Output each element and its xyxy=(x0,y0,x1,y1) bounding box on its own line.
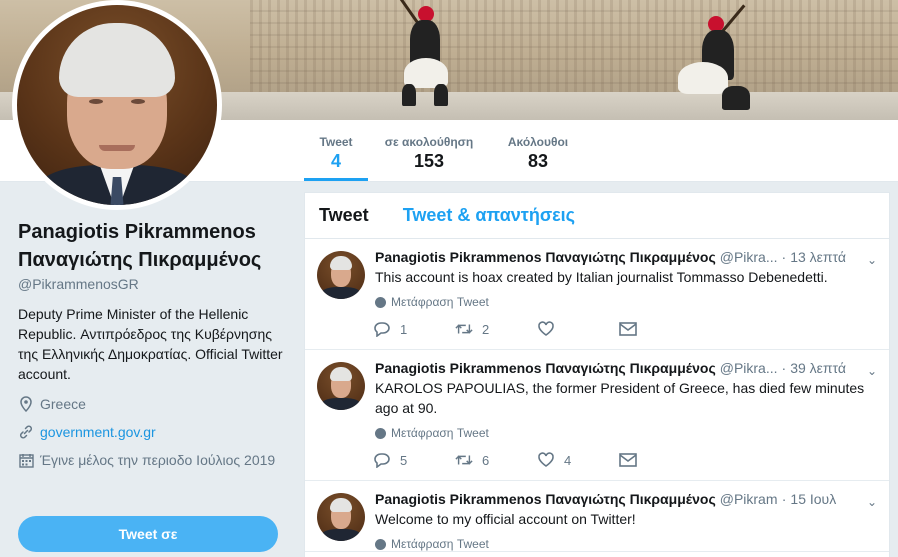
translate-tweet-link[interactable]: Μετάφραση Tweet xyxy=(375,295,875,309)
retweet-icon xyxy=(455,451,473,469)
stat-following-count: 153 xyxy=(413,151,445,171)
profile-handle[interactable]: @PikrammenosGR xyxy=(18,276,284,292)
envelope-icon xyxy=(619,320,637,338)
envelope-icon xyxy=(619,451,637,469)
retweet-button[interactable]: 6 xyxy=(455,451,537,469)
retweet-button[interactable]: 2 xyxy=(455,320,537,338)
stat-following[interactable]: σε ακολούθηση 153 xyxy=(378,120,480,182)
chevron-down-icon[interactable]: ⌄ xyxy=(867,253,877,267)
tweet-item[interactable]: ⌄ Panagiotis Pikrammenos Παναγιώτης Πικρ… xyxy=(305,350,889,481)
translate-tweet-link[interactable]: Μετάφραση Tweet xyxy=(375,426,875,440)
tweet-author-handle[interactable]: @Pikra... xyxy=(720,249,778,265)
tweet-text: This account is hoax created by Italian … xyxy=(375,269,828,285)
tweet-separator: · xyxy=(781,491,787,507)
profile-name[interactable]: Panagiotis Pikrammenos Παναγιώτης Πικραμ… xyxy=(18,218,284,274)
like-count: 4 xyxy=(564,452,572,468)
banner-guard-right xyxy=(670,0,760,115)
reply-count: 1 xyxy=(400,321,408,337)
direct-message-button[interactable] xyxy=(619,451,701,469)
stat-following-label: σε ακολούθηση xyxy=(384,135,474,149)
tweet-to-button[interactable]: Tweet σε xyxy=(18,516,278,552)
tweet-author-name[interactable]: Panagiotis Pikrammenos Παναγιώτης Πικραμ… xyxy=(375,249,716,265)
stat-tweets-label: Tweet xyxy=(319,135,353,149)
map-pin-icon xyxy=(18,396,34,412)
stat-followers-count: 83 xyxy=(527,151,549,171)
translate-tweet-link[interactable]: Μετάφραση Tweet xyxy=(375,537,875,551)
reply-icon xyxy=(373,451,391,469)
tweet-separator: · xyxy=(781,249,787,265)
tweet-separator: · xyxy=(781,360,787,376)
calendar-icon xyxy=(18,452,34,468)
direct-message-button[interactable] xyxy=(619,320,701,338)
tweet-item[interactable]: ⌄ Panagiotis Pikrammenos Παναγιώτης Πικρ… xyxy=(305,239,889,350)
retweet-icon xyxy=(455,320,473,338)
reply-icon xyxy=(373,320,391,338)
profile-website: government.gov.gr xyxy=(18,424,284,440)
tweet-header: Panagiotis Pikrammenos Παναγιώτης Πικραμ… xyxy=(375,249,853,265)
tweet-item[interactable]: ⌄ Panagiotis Pikrammenos Παναγιώτης Πικρ… xyxy=(305,481,889,552)
reply-count: 5 xyxy=(400,452,408,468)
chevron-down-icon[interactable]: ⌄ xyxy=(867,495,877,509)
translate-tweet-label: Μετάφραση Tweet xyxy=(391,426,489,440)
stat-followers[interactable]: Ακόλουθοι 83 xyxy=(498,120,578,182)
retweet-count: 2 xyxy=(482,321,490,337)
like-button[interactable]: 4 xyxy=(537,451,619,469)
profile-avatar[interactable] xyxy=(12,0,222,210)
tweet-avatar[interactable] xyxy=(317,362,365,410)
tweet-text: Welcome to my official account on Twitte… xyxy=(375,511,636,527)
profile-joined-text: Έγινε μέλος την περιοδο Ιούλιος 2019 xyxy=(40,452,276,468)
stat-followers-label: Ακόλουθοι xyxy=(507,135,569,149)
tweet-avatar[interactable] xyxy=(317,251,365,299)
tweet-actions: 5 6 4 xyxy=(373,440,875,480)
link-icon xyxy=(18,424,34,440)
tweet-timestamp[interactable]: 39 λεπτά xyxy=(790,360,846,376)
chevron-down-icon[interactable]: ⌄ xyxy=(867,364,877,378)
translate-tweet-label: Μετάφραση Tweet xyxy=(391,295,489,309)
globe-icon xyxy=(375,296,386,308)
tweet-author-name[interactable]: Panagiotis Pikrammenos Παναγιώτης Πικραμ… xyxy=(375,491,716,507)
profile-sidebar: Panagiotis Pikrammenos Παναγιώτης Πικραμ… xyxy=(18,218,284,468)
heart-icon xyxy=(537,451,555,469)
profile-location: Greece xyxy=(18,396,284,412)
stat-tweets-count: 4 xyxy=(330,151,341,171)
avatar-photo xyxy=(17,5,217,205)
tweet-author-handle[interactable]: @Pikra... xyxy=(720,360,778,376)
tweet-actions: 1 2 xyxy=(373,309,875,349)
tweet-author-name[interactable]: Panagiotis Pikrammenos Παναγιώτης Πικραμ… xyxy=(375,360,716,376)
tweet-header: Panagiotis Pikrammenos Παναγιώτης Πικραμ… xyxy=(375,491,853,507)
profile-location-text: Greece xyxy=(40,396,86,412)
profile-bio: Deputy Prime Minister of the Hellenic Re… xyxy=(18,306,283,382)
tweet-text: KAROLOS PAPOULIAS, the former President … xyxy=(375,380,865,416)
globe-icon xyxy=(375,427,386,439)
tweet-timestamp[interactable]: 15 Ιουλ xyxy=(790,491,836,507)
timeline: Tweet Tweet & απαντήσεις ⌄ Panagiotis Pi… xyxy=(304,192,890,557)
profile-website-link[interactable]: government.gov.gr xyxy=(40,424,156,440)
like-button[interactable] xyxy=(537,320,619,338)
heart-icon xyxy=(537,320,555,338)
profile-joined: Έγινε μέλος την περιοδο Ιούλιος 2019 xyxy=(18,452,284,468)
reply-button[interactable]: 5 xyxy=(373,451,455,469)
tweet-timestamp[interactable]: 13 λεπτά xyxy=(790,249,846,265)
globe-icon xyxy=(375,538,386,550)
timeline-tabs: Tweet Tweet & απαντήσεις xyxy=(305,193,889,239)
stat-tweets[interactable]: Tweet 4 xyxy=(304,120,368,182)
tab-tweets[interactable]: Tweet xyxy=(319,205,369,226)
retweet-count: 6 xyxy=(482,452,490,468)
banner-guard-left xyxy=(380,0,460,110)
reply-button[interactable]: 1 xyxy=(373,320,455,338)
tweet-author-handle[interactable]: @Pikram... xyxy=(720,491,778,507)
tweet-avatar[interactable] xyxy=(317,493,365,541)
translate-tweet-label: Μετάφραση Tweet xyxy=(391,537,489,551)
tab-tweets-and-replies[interactable]: Tweet & απαντήσεις xyxy=(403,205,575,226)
tweet-header: Panagiotis Pikrammenos Παναγιώτης Πικραμ… xyxy=(375,360,853,376)
